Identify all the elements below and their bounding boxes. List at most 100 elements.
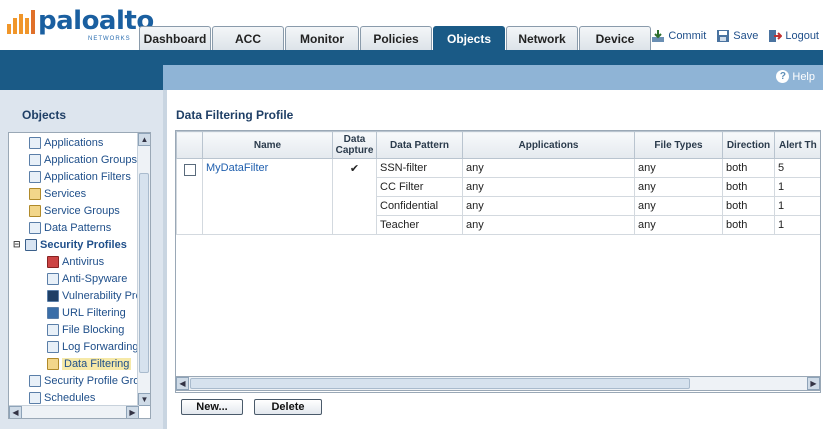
help-link[interactable]: ? Help (776, 70, 815, 83)
log-forwarding-icon (47, 340, 59, 353)
service-groups-icon (29, 204, 41, 217)
main-tabs: Dashboard ACC Monitor Policies Objects N… (139, 26, 652, 50)
help-label: Help (792, 70, 815, 83)
top-links: Commit Save Logout (651, 29, 819, 43)
sidebar-item-file-blocking[interactable]: File Blocking (47, 321, 124, 338)
brand-name: paloalto (38, 6, 154, 36)
column-header-file-types[interactable]: File Types (634, 131, 723, 159)
paloalto-logo: paloalto NETWORKS (6, 6, 154, 42)
scroll-down-icon[interactable]: ▼ (138, 393, 150, 406)
sidebar-item-security-profiles[interactable]: ⊟ Security Profiles (13, 236, 127, 253)
paloalto-logo-icon (7, 10, 35, 34)
sidebar-header-bar (0, 65, 163, 90)
file-blocking-icon (47, 323, 59, 336)
applications-cell: any (462, 196, 635, 216)
delete-button[interactable]: Delete (254, 399, 322, 415)
scroll-up-icon[interactable]: ▲ (138, 133, 150, 146)
sidebar-item-security-profile-group[interactable]: Security Profile Group (29, 372, 150, 389)
tab-monitor[interactable]: Monitor (285, 26, 359, 50)
scroll-thumb[interactable] (139, 173, 149, 373)
scroll-thumb[interactable] (190, 378, 690, 389)
tab-network[interactable]: Network (506, 26, 578, 50)
table-horizontal-scrollbar[interactable]: ◀ ▶ (175, 376, 821, 391)
main-content: Data Filtering Profile Name Data Capture… (167, 90, 823, 429)
column-header-applications[interactable]: Applications (462, 131, 635, 159)
sidebar-item-schedules[interactable]: Schedules (29, 389, 95, 406)
profile-name-link[interactable]: MyDataFilter (206, 162, 268, 174)
pattern-cell: Confidential (376, 196, 463, 216)
save-button[interactable]: Save (716, 29, 758, 43)
new-button[interactable]: New... (181, 399, 243, 415)
scroll-right-icon[interactable]: ▶ (126, 406, 139, 418)
row-select-cell (176, 158, 203, 235)
applications-cell: any (462, 215, 635, 235)
sidebar: Objects Applications Application Groups … (0, 90, 163, 429)
sidebar-item-application-filters[interactable]: Application Filters (29, 168, 131, 185)
application-filters-icon (29, 170, 41, 183)
direction-cell: both (722, 177, 775, 197)
antivirus-icon (47, 255, 59, 268)
header-bar (0, 50, 823, 65)
services-icon (29, 187, 41, 200)
profile-name-cell: MyDataFilter (202, 158, 333, 235)
sidebar-title: Objects (22, 108, 67, 122)
tab-policies[interactable]: Policies (360, 26, 432, 50)
column-header-name[interactable]: Name (202, 131, 333, 159)
sidebar-item-log-forwarding[interactable]: Log Forwarding (47, 338, 138, 355)
application-groups-icon (29, 153, 41, 166)
sidebar-item-vulnerability-protection[interactable]: Vulnerability Prote (47, 287, 150, 304)
sidebar-tree: Applications Application Groups Applicat… (8, 132, 151, 419)
schedules-icon (29, 391, 41, 404)
sidebar-item-application-groups[interactable]: Application Groups (29, 151, 137, 168)
column-header-data-pattern[interactable]: Data Pattern (376, 131, 463, 159)
brand-sub: NETWORKS (88, 36, 131, 42)
pattern-cell: Teacher (376, 215, 463, 235)
scroll-right-icon[interactable]: ▶ (807, 377, 820, 390)
direction-cell: both (722, 158, 775, 178)
applications-cell: any (462, 177, 635, 197)
sidebar-item-anti-spyware[interactable]: Anti-Spyware (47, 270, 127, 287)
scroll-left-icon[interactable]: ◀ (9, 406, 22, 418)
sidebar-vertical-scrollbar[interactable]: ▲ ▼ (137, 133, 150, 406)
data-capture-check-icon: ✔ (349, 163, 360, 175)
logout-button[interactable]: Logout (768, 29, 819, 43)
vulnerability-icon (47, 289, 59, 302)
column-header-alert-threshold[interactable]: Alert Th (774, 131, 820, 159)
applications-icon (29, 136, 41, 149)
data-capture-cell: ✔ (332, 158, 377, 235)
anti-spyware-icon (47, 272, 59, 285)
sidebar-item-antivirus[interactable]: Antivirus (47, 253, 104, 270)
commit-button[interactable]: Commit (651, 29, 706, 43)
tab-acc[interactable]: ACC (212, 26, 284, 50)
row-checkbox[interactable] (184, 164, 196, 176)
commit-label: Commit (668, 30, 707, 42)
sidebar-item-applications[interactable]: Applications (29, 134, 103, 151)
sidebar-horizontal-scrollbar[interactable]: ◀ ▶ (9, 405, 139, 418)
commit-icon (652, 30, 665, 42)
alert-cell: 5 (774, 158, 820, 178)
applications-cell: any (462, 158, 635, 178)
table-header: Name Data Capture Data Pattern Applicati… (176, 131, 820, 159)
data-filtering-table: Name Data Capture Data Pattern Applicati… (175, 130, 821, 393)
column-header-direction[interactable]: Direction (722, 131, 775, 159)
table-row[interactable]: MyDataFilter ✔ SSN-filter any any both 5 (176, 158, 820, 235)
tab-device[interactable]: Device (579, 26, 651, 50)
security-profile-group-icon (29, 374, 41, 387)
sidebar-item-services[interactable]: Services (29, 185, 86, 202)
collapse-icon: ⊟ (13, 239, 21, 249)
tab-objects[interactable]: Objects (433, 26, 505, 50)
tab-dashboard[interactable]: Dashboard (139, 26, 211, 50)
sidebar-item-service-groups[interactable]: Service Groups (29, 202, 120, 219)
column-header-data-capture[interactable]: Data Capture (332, 131, 377, 159)
sidebar-item-data-patterns[interactable]: Data Patterns (29, 219, 111, 236)
direction-cell: both (722, 215, 775, 235)
scroll-left-icon[interactable]: ◀ (176, 377, 189, 390)
data-patterns-icon (29, 221, 41, 234)
file-types-cell: any (634, 215, 723, 235)
sidebar-item-data-filtering[interactable]: Data Filtering (47, 355, 132, 372)
security-profiles-icon (25, 238, 37, 251)
header: paloalto NETWORKS Dashboard ACC Monitor … (0, 0, 823, 50)
url-filtering-icon (47, 306, 59, 319)
sidebar-item-url-filtering[interactable]: URL Filtering (47, 304, 126, 321)
data-filtering-icon (47, 357, 59, 370)
